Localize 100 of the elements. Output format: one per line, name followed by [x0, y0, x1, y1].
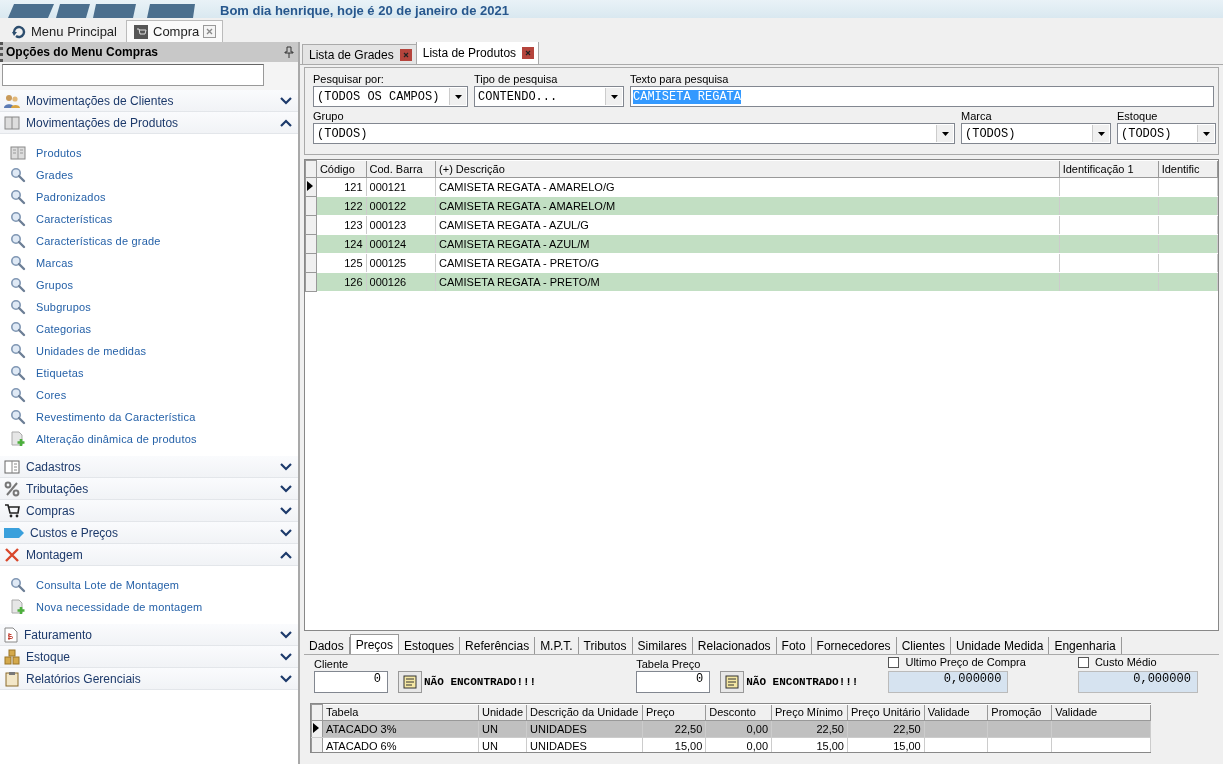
- dropdown-arrow-icon: [1097, 131, 1105, 136]
- table-cell: 0,00: [705, 737, 772, 752]
- field-label: Marca: [961, 109, 993, 123]
- menu-item[interactable]: Nova necessidade de montagem: [0, 596, 298, 618]
- column-header[interactable]: (+) Descrição: [435, 160, 1060, 178]
- menu-section[interactable]: Movimentações de Clientes: [0, 90, 298, 112]
- checkbox[interactable]: [888, 656, 900, 668]
- book-icon: [10, 145, 26, 161]
- expand-chevron-icon[interactable]: [280, 630, 292, 639]
- main-tab[interactable]: Compra: [126, 20, 224, 42]
- lookup-button[interactable]: [398, 671, 422, 693]
- document-tab[interactable]: Lista de Produtos: [415, 42, 540, 64]
- collapse-chevron-icon[interactable]: [280, 550, 292, 559]
- menu-item[interactable]: Características: [0, 208, 298, 230]
- menu-section[interactable]: Custos e Preços: [0, 522, 298, 544]
- search-icon: [10, 167, 26, 183]
- menu-item[interactable]: Alteração dinâmica de produtos: [0, 428, 298, 450]
- menu-section[interactable]: Relatórios Gerenciais: [0, 668, 298, 690]
- search-icon: [10, 299, 26, 315]
- expand-chevron-icon[interactable]: [280, 674, 292, 683]
- dropdown[interactable]: (TODOS): [313, 123, 955, 144]
- cart-icon: [133, 23, 149, 40]
- percent-icon: [4, 480, 20, 497]
- pin-icon[interactable]: [284, 46, 294, 58]
- dropdown[interactable]: CONTENDO...: [474, 86, 624, 107]
- menu-item[interactable]: Grupos: [0, 274, 298, 296]
- table-cell: 123: [316, 215, 366, 235]
- field-label: Tabela Preço: [636, 657, 702, 671]
- column-header[interactable]: Preço: [642, 704, 706, 721]
- menu-item[interactable]: Padronizados: [0, 186, 298, 208]
- table-cell: CAMISETA REGATA - AZUL/G: [435, 215, 1060, 235]
- menu-section[interactable]: Cadastros: [0, 456, 298, 478]
- dropdown[interactable]: (TODOS OS CAMPOS): [313, 86, 468, 107]
- menu-item[interactable]: Produtos: [0, 142, 298, 164]
- dropdown[interactable]: (TODOS): [1117, 123, 1216, 144]
- column-header[interactable]: Preço Mínimo: [771, 704, 848, 721]
- number-field[interactable]: 0: [636, 671, 711, 693]
- readonly-field: 0,000000: [1077, 671, 1198, 693]
- book-icon: [4, 114, 20, 131]
- lookup-button[interactable]: [720, 671, 745, 693]
- table-cell: CAMISETA REGATA - PRETO/G: [435, 253, 1060, 273]
- main-tab[interactable]: Menu Principal: [4, 20, 124, 42]
- menu-section[interactable]: Estoque: [0, 646, 298, 668]
- menu-item[interactable]: Marcas: [0, 252, 298, 274]
- expand-chevron-icon[interactable]: [280, 652, 292, 661]
- expand-chevron-icon[interactable]: [280, 484, 292, 493]
- column-header[interactable]: Descrição da Unidade: [526, 704, 643, 721]
- clipboard-icon: [4, 670, 20, 687]
- menu-section[interactable]: Movimentações de Produtos: [0, 112, 298, 134]
- menu-item[interactable]: Cores: [0, 384, 298, 406]
- expand-chevron-icon[interactable]: [280, 528, 292, 537]
- number-field[interactable]: 0: [314, 671, 388, 693]
- field-label: Tipo de pesquisa: [474, 72, 559, 86]
- close-icon[interactable]: [399, 48, 412, 61]
- field-label: Estoque: [1117, 109, 1159, 123]
- search-icon: [10, 409, 26, 425]
- dropdown[interactable]: (TODOS): [961, 123, 1111, 144]
- panel-title: Opções do Menu Compras: [6, 45, 159, 59]
- column-header[interactable]: Identificação 1: [1059, 160, 1159, 178]
- expand-chevron-icon[interactable]: [280, 96, 292, 105]
- menu-item[interactable]: Consulta Lote de Montagem: [0, 574, 298, 596]
- column-header[interactable]: Cod. Barra: [366, 160, 436, 178]
- menu-item[interactable]: Categorias: [0, 318, 298, 340]
- column-header[interactable]: Tabela: [322, 704, 479, 721]
- boxes-icon: [4, 648, 20, 665]
- dropdown-arrow-icon: [941, 131, 949, 136]
- menu-item[interactable]: Revestimento da Característica: [0, 406, 298, 428]
- expand-chevron-icon[interactable]: [280, 506, 292, 515]
- table-cell: CAMISETA REGATA - AMARELO/G: [435, 177, 1060, 197]
- column-header[interactable]: Identific: [1158, 160, 1218, 178]
- search-icon: [10, 189, 26, 205]
- search-icon: [10, 387, 26, 403]
- column-header[interactable]: Validade: [924, 704, 988, 721]
- menu-item[interactable]: Grades: [0, 164, 298, 186]
- search-icon: [10, 233, 26, 249]
- table-cell: UN: [478, 737, 527, 752]
- menu-item[interactable]: Subgrupos: [0, 296, 298, 318]
- menu-section[interactable]: Faturamento: [0, 624, 298, 646]
- menu-section[interactable]: Tributações: [0, 478, 298, 500]
- search-icon: [10, 343, 26, 359]
- close-icon[interactable]: [522, 47, 535, 59]
- column-header[interactable]: Validade: [1051, 704, 1151, 721]
- menu-item[interactable]: Características de grade: [0, 230, 298, 252]
- column-header[interactable]: Unidade: [478, 704, 527, 721]
- menu-section[interactable]: Montagem: [0, 544, 298, 566]
- menu-item[interactable]: Unidades de medidas: [0, 340, 298, 362]
- menu-section[interactable]: Compras: [0, 500, 298, 522]
- column-header[interactable]: Promoção: [987, 704, 1052, 721]
- collapse-chevron-icon[interactable]: [280, 118, 292, 127]
- field-label: Texto para pesquisa: [630, 72, 730, 86]
- checkbox[interactable]: [1077, 656, 1089, 668]
- column-header[interactable]: Preço Unitário: [847, 704, 925, 721]
- detail-tab[interactable]: Preços: [349, 634, 400, 654]
- document-tab[interactable]: Lista de Grades: [302, 44, 417, 64]
- expand-chevron-icon[interactable]: [280, 462, 292, 471]
- checkbox-label: Ultimo Preço de Compra: [905, 656, 1026, 668]
- search-field[interactable]: [2, 64, 264, 86]
- column-header[interactable]: Código: [316, 160, 366, 178]
- menu-item[interactable]: Etiquetas: [0, 362, 298, 384]
- column-header[interactable]: Desconto: [705, 704, 772, 721]
